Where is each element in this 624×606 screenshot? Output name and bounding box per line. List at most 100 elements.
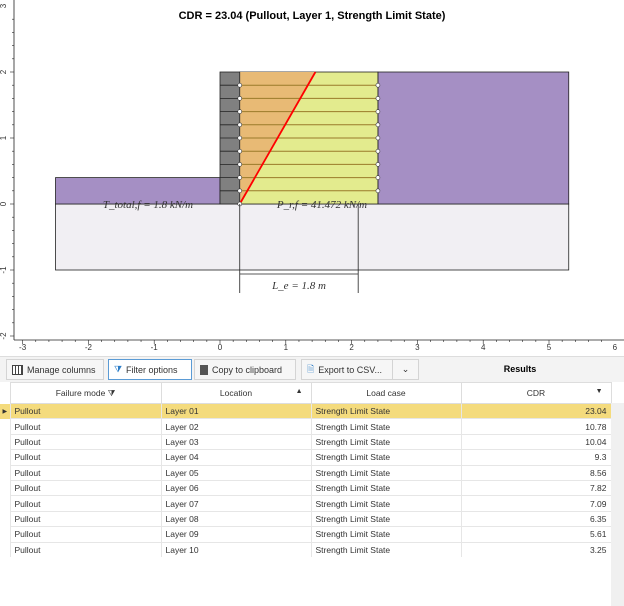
reinforcement-node xyxy=(375,109,381,114)
cell-location: Layer 08 xyxy=(160,510,312,528)
retained-soil xyxy=(377,71,570,205)
table-row[interactable]: ▶ Pullout Layer 01 Strength Limit State 23.0… xyxy=(0,402,612,420)
cell-load-case: Strength Limit State xyxy=(310,541,462,558)
reinforcement-node xyxy=(375,188,381,194)
reinforcement-node xyxy=(375,135,381,141)
cell-load-case: Strength Limit State xyxy=(310,449,462,466)
cell-cdr: 23.04 xyxy=(460,402,612,420)
table-scrollbar[interactable] xyxy=(611,403,624,606)
row-indicator xyxy=(0,465,10,480)
cell-load-case: Strength Limit State xyxy=(310,526,462,543)
export-csv-button[interactable]: 🗎 Export to CSV... xyxy=(301,359,393,380)
cell-load-case: Strength Limit State xyxy=(310,418,462,435)
filter-icon: ⧩ xyxy=(114,364,123,374)
cell-load-case: Strength Limit State xyxy=(310,510,462,528)
reinforcement-node xyxy=(375,148,381,154)
cell-cdr: 10.04 xyxy=(460,433,612,451)
clipboard-icon xyxy=(200,364,208,375)
cell-load-case: Strength Limit State xyxy=(310,495,462,512)
header-cdr[interactable]: CDR ▼ xyxy=(460,382,612,404)
x-tick-label: -3 xyxy=(19,343,27,352)
p-rf-label: P_r,f = 41.472 kN/m xyxy=(276,199,367,211)
reinforcement-node xyxy=(375,96,381,101)
x-tick-label: 2 xyxy=(349,343,354,352)
cell-failure-mode: Pullout xyxy=(9,510,162,528)
y-tick-label: 1 xyxy=(0,135,8,140)
y-tick-label: 3 xyxy=(0,3,8,8)
x-tick-label: 3 xyxy=(415,343,420,352)
filter-icon: ⧩ xyxy=(107,387,116,398)
x-tick-label: 6 xyxy=(613,343,618,352)
row-indicator xyxy=(0,419,10,434)
reinforcement-node xyxy=(237,122,243,128)
reinforcement-node xyxy=(237,148,243,154)
cell-location: Layer 03 xyxy=(160,433,312,451)
export-dropdown-button[interactable]: ⌄ xyxy=(392,359,419,380)
cell-load-case: Strength Limit State xyxy=(310,433,462,451)
foundation-soil xyxy=(55,203,570,271)
reinforcement-node xyxy=(375,162,381,167)
reinforcement-node xyxy=(375,122,381,128)
x-tick-label: 1 xyxy=(284,343,289,352)
y-tick-label: 2 xyxy=(0,69,8,74)
x-tick-label: 4 xyxy=(481,343,486,352)
header-location[interactable]: Location ▲ xyxy=(160,382,312,404)
header-failure-mode[interactable]: Failure mode ⧩ xyxy=(9,382,162,404)
cell-failure-mode: Pullout xyxy=(9,479,162,497)
table-row[interactable]: Pullout Layer 03 Strength Limit State 10.04 xyxy=(0,433,612,451)
table-row[interactable]: Pullout Layer 02 Strength Limit State 10.78 xyxy=(0,418,612,435)
cell-failure-mode: Pullout xyxy=(9,526,162,543)
results-label: Results xyxy=(503,364,537,374)
reinforcement-node xyxy=(237,175,243,180)
cell-cdr: 5.61 xyxy=(460,526,612,543)
reinforcement-node xyxy=(237,96,243,101)
cell-location: Layer 01 xyxy=(160,402,312,420)
cell-cdr: 9.3 xyxy=(460,449,612,466)
header-load-case[interactable]: Load case xyxy=(310,382,462,404)
table-row[interactable]: Pullout Layer 05 Strength Limit State 8.56 xyxy=(0,464,612,481)
wall-diagram: T_total,f = 1.8 kN/m P_r,f = 41.472 kN/m L… xyxy=(0,0,624,352)
reinforcement-node xyxy=(237,162,243,167)
cell-failure-mode: Pullout xyxy=(9,464,162,481)
cell-cdr: 7.09 xyxy=(460,495,612,512)
cell-cdr: 8.56 xyxy=(460,464,612,481)
table-row[interactable]: Pullout Layer 04 Strength Limit State 9.3 xyxy=(0,449,612,466)
table-row[interactable]: Pullout Layer 08 Strength Limit State 6.35 xyxy=(0,510,612,528)
x-tick-label: 5 xyxy=(547,343,552,352)
cell-failure-mode: Pullout xyxy=(9,418,162,435)
sort-descending-icon: ▼ xyxy=(595,388,603,395)
plot-title: CDR = 23.04 (Pullout, Layer 1, Strength … xyxy=(178,10,446,22)
cell-location: Layer 07 xyxy=(160,495,312,512)
table-row[interactable]: Pullout Layer 06 Strength Limit State 7.82 xyxy=(0,479,612,497)
filter-options-button[interactable]: ⧩ Filter options xyxy=(108,359,192,380)
cell-location: Layer 02 xyxy=(160,418,312,435)
cell-load-case: Strength Limit State xyxy=(310,402,462,420)
export-file-icon: 🗎 xyxy=(307,363,315,374)
cell-cdr: 7.82 xyxy=(460,479,612,497)
reinforcement-node xyxy=(237,109,243,114)
manage-columns-button[interactable]: Manage columns xyxy=(6,359,104,380)
table-row[interactable]: Pullout Layer 07 Strength Limit State 7.09 xyxy=(0,495,612,512)
table-row[interactable]: Pullout Layer 10 Strength Limit State 3.25 xyxy=(0,541,612,558)
cell-failure-mode: Pullout xyxy=(9,449,162,466)
cell-location: Layer 04 xyxy=(160,449,312,466)
results-table: Failure mode ⧩ Location ▲ Load case CDR ▼ … xyxy=(0,382,612,558)
toolbar: Manage columns ⧩ Filter options Copy to c… xyxy=(0,356,624,382)
row-indicator xyxy=(0,480,10,495)
row-indicator xyxy=(0,511,10,526)
table-row[interactable]: Pullout Layer 09 Strength Limit State 5.61 xyxy=(0,526,612,543)
y-tick-label: -1 xyxy=(0,266,8,274)
cell-failure-mode: Pullout xyxy=(9,433,162,451)
cell-failure-mode: Pullout xyxy=(9,541,162,558)
copy-to-clipboard-button[interactable]: Copy to clipboard xyxy=(194,359,296,380)
x-tick-label: -1 xyxy=(151,343,159,352)
wall-plot: T_total,f = 1.8 kN/m P_r,f = 41.472 kN/m L… xyxy=(0,0,624,352)
cell-location: Layer 05 xyxy=(160,464,312,481)
row-indicator xyxy=(0,434,10,449)
cell-failure-mode: Pullout xyxy=(9,402,162,420)
cell-location: Layer 09 xyxy=(160,526,312,543)
sort-ascending-icon: ▲ xyxy=(295,388,303,395)
row-indicator xyxy=(0,542,10,557)
cell-cdr: 10.78 xyxy=(460,418,612,435)
row-indicator xyxy=(0,527,10,542)
